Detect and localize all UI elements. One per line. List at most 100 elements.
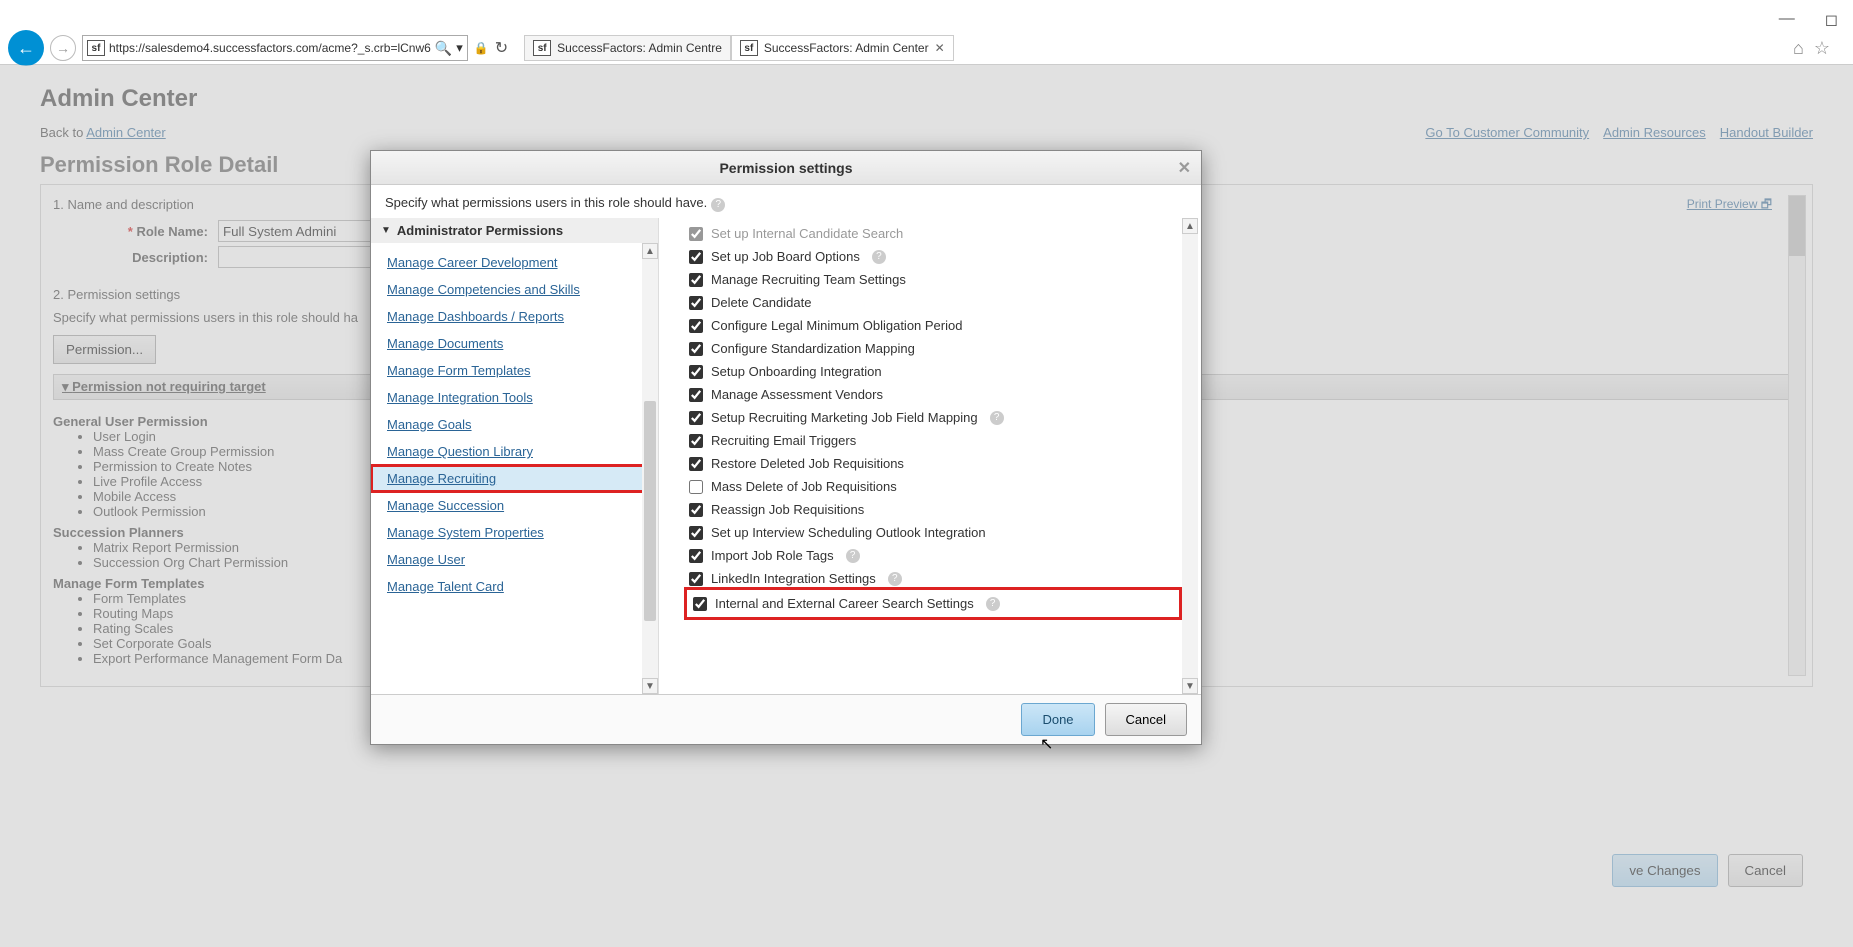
url-text: https://salesdemo4.successfactors.com/ac… xyxy=(109,41,431,55)
permission-item: Set up Internal Candidate Search xyxy=(689,222,1177,245)
nav-back-button[interactable]: ← xyxy=(8,30,44,66)
close-icon[interactable]: ✕ xyxy=(1178,158,1191,178)
category-column: ▼ Administrator Permissions Manage Caree… xyxy=(371,218,659,694)
tab-admin-centre[interactable]: sf SuccessFactors: Admin Centre xyxy=(524,35,731,61)
permission-checkbox[interactable] xyxy=(689,572,703,586)
permission-checkbox[interactable] xyxy=(689,388,703,402)
permission-label: Manage Recruiting Team Settings xyxy=(711,272,906,287)
scroll-up-icon[interactable]: ▲ xyxy=(642,243,658,259)
home-icon[interactable]: ⌂ xyxy=(1793,38,1804,59)
permission-item: Delete Candidate xyxy=(689,291,1177,314)
scrollbar[interactable]: ▲ ▼ xyxy=(1182,218,1198,694)
category-item[interactable]: Manage Recruiting xyxy=(371,465,658,492)
category-item[interactable]: Manage Succession xyxy=(371,492,658,519)
scroll-down-icon[interactable]: ▼ xyxy=(1182,678,1198,694)
category-item[interactable]: Manage User xyxy=(371,546,658,573)
permission-checkbox[interactable] xyxy=(693,597,707,611)
permission-item: Manage Recruiting Team Settings xyxy=(689,268,1177,291)
category-item[interactable]: Manage System Properties xyxy=(371,519,658,546)
scroll-up-icon[interactable]: ▲ xyxy=(1182,218,1198,234)
permission-label: Restore Deleted Job Requisitions xyxy=(711,456,904,471)
permission-label: Set up Job Board Options xyxy=(711,249,860,264)
permission-item: Import Job Role Tags? xyxy=(689,544,1177,567)
permission-checkbox[interactable] xyxy=(689,503,703,517)
category-item[interactable]: Manage Career Development xyxy=(371,249,658,276)
permission-checkbox[interactable] xyxy=(689,365,703,379)
permission-column: Set up Internal Candidate Search Set up J… xyxy=(659,218,1201,694)
scroll-thumb[interactable] xyxy=(644,401,656,621)
help-icon[interactable]: ? xyxy=(888,572,902,586)
done-button[interactable]: Done xyxy=(1021,703,1094,736)
category-item[interactable]: Manage Form Templates xyxy=(371,357,658,384)
close-icon[interactable]: ✕ xyxy=(935,41,945,55)
permission-checkbox[interactable] xyxy=(689,549,703,563)
category-item[interactable]: Manage Competencies and Skills xyxy=(371,276,658,303)
permission-item: Mass Delete of Job Requisitions xyxy=(689,475,1177,498)
permission-checkbox[interactable] xyxy=(689,250,703,264)
category-item[interactable]: Manage Question Library xyxy=(371,438,658,465)
permission-label: LinkedIn Integration Settings xyxy=(711,571,876,586)
url-bar[interactable]: sf https://salesdemo4.successfactors.com… xyxy=(82,35,468,61)
search-icon[interactable]: 🔍 xyxy=(435,40,452,57)
category-header[interactable]: ▼ Administrator Permissions xyxy=(371,218,658,243)
permission-item: Set up Interview Scheduling Outlook Inte… xyxy=(689,521,1177,544)
sf-favicon-icon: sf xyxy=(533,40,551,56)
permission-item: Recruiting Email Triggers xyxy=(689,429,1177,452)
permission-label: Set up Internal Candidate Search xyxy=(711,226,903,241)
permission-item: Manage Assessment Vendors xyxy=(689,383,1177,406)
permission-item: LinkedIn Integration Settings? xyxy=(689,567,1177,590)
window-maximize-icon[interactable]: ◻ xyxy=(1825,10,1838,30)
scrollbar[interactable]: ▲ ▼ xyxy=(642,243,658,694)
permission-label: Reassign Job Requisitions xyxy=(711,502,864,517)
help-icon[interactable]: ? xyxy=(986,597,1000,611)
permission-checkbox[interactable] xyxy=(689,411,703,425)
category-item[interactable]: Manage Goals xyxy=(371,411,658,438)
url-dropdown-icon[interactable]: ▾ xyxy=(456,40,463,56)
category-item[interactable]: Manage Documents xyxy=(371,330,658,357)
browser-chrome: — ◻ ← → sf https://salesdemo4.successfac… xyxy=(0,0,1853,65)
category-item[interactable]: Manage Talent Card xyxy=(371,573,658,600)
permission-item: Reassign Job Requisitions xyxy=(689,498,1177,521)
help-icon[interactable]: ? xyxy=(990,411,1004,425)
permission-settings-modal: Permission settings ✕ Specify what permi… xyxy=(370,150,1202,745)
permission-label: Internal and External Career Search Sett… xyxy=(715,596,974,611)
chevron-down-icon: ▼ xyxy=(381,225,391,236)
reload-icon[interactable]: ↻ xyxy=(495,38,508,58)
permission-checkbox[interactable] xyxy=(689,480,703,494)
star-icon[interactable]: ☆ xyxy=(1814,38,1830,59)
modal-footer: Done Cancel xyxy=(371,694,1201,744)
permission-checkbox[interactable] xyxy=(689,273,703,287)
browser-tabs: sf SuccessFactors: Admin Centre sf Succe… xyxy=(524,35,954,61)
permission-item: Internal and External Career Search Sett… xyxy=(689,592,1177,615)
permission-label: Import Job Role Tags xyxy=(711,548,834,563)
permission-item: Set up Job Board Options? xyxy=(689,245,1177,268)
help-icon[interactable]: ? xyxy=(846,549,860,563)
permission-checkbox[interactable] xyxy=(689,342,703,356)
window-minimize-icon[interactable]: — xyxy=(1779,10,1795,30)
permission-checkbox[interactable] xyxy=(689,296,703,310)
permission-checkbox[interactable] xyxy=(689,227,703,241)
category-item[interactable]: Manage Integration Tools xyxy=(371,384,658,411)
permission-checkbox[interactable] xyxy=(689,526,703,540)
permission-item: Configure Legal Minimum Obligation Perio… xyxy=(689,314,1177,337)
scroll-down-icon[interactable]: ▼ xyxy=(642,678,658,694)
sf-favicon-icon: sf xyxy=(740,40,758,56)
tab-admin-center[interactable]: sf SuccessFactors: Admin Center ✕ xyxy=(731,35,954,61)
permission-checkbox[interactable] xyxy=(689,319,703,333)
permission-label: Manage Assessment Vendors xyxy=(711,387,883,402)
modal-instruction: Specify what permissions users in this r… xyxy=(371,185,1201,218)
permission-item: Restore Deleted Job Requisitions xyxy=(689,452,1177,475)
help-icon[interactable]: ? xyxy=(872,250,886,264)
permission-item: Configure Standardization Mapping xyxy=(689,337,1177,360)
nav-forward-button[interactable]: → xyxy=(50,35,76,61)
permission-label: Configure Legal Minimum Obligation Perio… xyxy=(711,318,962,333)
permission-checkbox[interactable] xyxy=(689,434,703,448)
permission-label: Configure Standardization Mapping xyxy=(711,341,915,356)
permission-label: Set up Interview Scheduling Outlook Inte… xyxy=(711,525,986,540)
category-item[interactable]: Manage Dashboards / Reports xyxy=(371,303,658,330)
lock-icon: 🔒 xyxy=(474,41,489,55)
help-icon[interactable]: ? xyxy=(711,198,725,212)
permission-checkbox[interactable] xyxy=(689,457,703,471)
cancel-button[interactable]: Cancel xyxy=(1105,703,1187,736)
permission-label: Setup Onboarding Integration xyxy=(711,364,882,379)
